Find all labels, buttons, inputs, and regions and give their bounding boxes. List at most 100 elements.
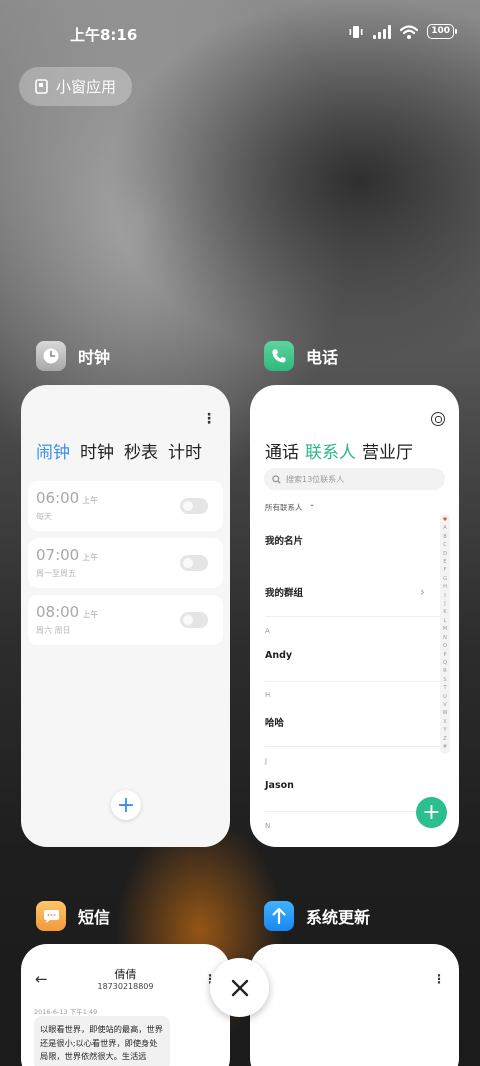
index-letter[interactable]: U	[443, 693, 447, 701]
index-letter[interactable]: #	[443, 743, 447, 751]
alarm-toggle[interactable]	[180, 498, 208, 514]
section-letter: H	[265, 691, 271, 699]
update-app-card[interactable]: ⋮	[250, 944, 459, 1066]
update-app-header[interactable]: 系统更新	[264, 901, 370, 931]
contact-row[interactable]: Jason	[265, 780, 294, 791]
alarm-repeat: 周六 周日	[36, 626, 71, 635]
tab-service-hall[interactable]: 营业厅	[362, 438, 413, 463]
index-letter[interactable]: B	[443, 533, 446, 541]
alarm-time: 06:00	[36, 489, 80, 507]
close-icon	[231, 979, 248, 996]
my-groups-row[interactable]: 我的群组	[265, 585, 303, 599]
tab-calls[interactable]: 通话	[265, 438, 299, 463]
settings-icon[interactable]	[431, 412, 445, 426]
index-letter[interactable]: E	[443, 558, 446, 566]
index-letter[interactable]: Q	[443, 659, 447, 667]
alarm-toggle[interactable]	[180, 612, 208, 628]
clear-all-button[interactable]	[210, 958, 269, 1017]
contact-row[interactable]: 哈哈	[265, 715, 284, 729]
divider	[265, 616, 443, 617]
index-letter[interactable]: T	[443, 684, 446, 692]
chevron-updown-icon: ⌃	[308, 503, 316, 512]
alarm-time: 08:00	[36, 603, 80, 621]
update-app-icon	[264, 901, 294, 931]
message-bubble: 以眼看世界，即使站的最高，世界还是很小;以心看世界，即使身处局限，世界依然很大。…	[34, 1016, 170, 1066]
phone-tabs: 通话 联系人 营业厅	[265, 438, 413, 463]
add-contact-button[interactable]: +	[416, 797, 447, 828]
tab-timer[interactable]: 计时	[168, 438, 202, 463]
more-options-icon[interactable]: ⋮	[433, 972, 445, 986]
clock-app-card[interactable]: ⋮ 闹钟 时钟 秒表 计时 06:00 上午 每天 07:00 上午 周一至周五 0…	[21, 385, 230, 847]
conversation-contact-name: 倩倩	[114, 968, 137, 981]
alphabet-index-scrollbar[interactable]: ♥ A B C D E F G H I J K L M N O P Q R S T U V W X Y Z #	[440, 514, 450, 754]
phone-app-icon	[264, 341, 294, 371]
messages-app-name: 短信	[78, 908, 111, 927]
status-icons: 100	[348, 24, 457, 39]
index-letter[interactable]: X	[443, 718, 446, 726]
section-letter: N	[265, 822, 271, 830]
contacts-search-input[interactable]: 搜索13位联系人	[264, 468, 445, 490]
index-letter[interactable]: C	[443, 541, 447, 549]
index-letter[interactable]: G	[443, 575, 447, 583]
messages-app-card[interactable]: ← 倩倩 18730218809 ⋮ 2016-6-13 下午1:49 以眼看世…	[21, 944, 230, 1066]
index-letter[interactable]: M	[443, 625, 447, 633]
phone-app-name: 电话	[306, 348, 339, 367]
alarm-ampm: 上午	[82, 610, 99, 619]
add-alarm-button[interactable]: +	[111, 790, 141, 820]
alarm-time: 07:00	[36, 546, 80, 564]
index-letter[interactable]: W	[443, 709, 448, 717]
index-letter[interactable]: L	[444, 617, 447, 625]
tab-stopwatch[interactable]: 秒表	[124, 438, 158, 463]
alarm-repeat: 每天	[36, 512, 52, 521]
clock-app-icon	[36, 341, 66, 371]
messages-app-header[interactable]: 短信	[36, 901, 110, 931]
clock-app-header[interactable]: 时钟	[36, 341, 110, 371]
section-letter: J	[265, 757, 268, 765]
index-letter[interactable]: O	[443, 642, 447, 650]
wifi-icon	[400, 24, 419, 39]
index-letter[interactable]: I	[444, 592, 445, 600]
search-icon	[272, 474, 281, 484]
small-window-apps-button[interactable]: 小窗应用	[19, 67, 132, 106]
phone-app-header[interactable]: 电话	[264, 341, 338, 371]
alarm-item[interactable]: 06:00 上午 每天	[28, 481, 223, 531]
tab-clock[interactable]: 时钟	[80, 438, 114, 463]
status-time: 上午8:16	[70, 26, 138, 44]
index-letter[interactable]: J	[444, 600, 445, 608]
chevron-right-icon: ›	[420, 585, 425, 599]
divider	[265, 746, 443, 747]
index-letter[interactable]: Z	[443, 735, 446, 743]
contact-row[interactable]: Andy	[265, 650, 292, 661]
section-letter: A	[265, 627, 270, 635]
update-app-name: 系统更新	[306, 908, 371, 927]
index-letter[interactable]: S	[443, 676, 446, 684]
index-letter[interactable]: D	[443, 550, 447, 558]
my-card-row[interactable]: 我的名片	[265, 533, 303, 547]
index-letter[interactable]: V	[443, 701, 446, 709]
alarm-item[interactable]: 07:00 上午 周一至周五	[28, 538, 223, 588]
index-letter[interactable]: R	[443, 667, 446, 675]
alarm-ampm: 上午	[82, 553, 99, 562]
clock-tabs: 闹钟 时钟 秒表 计时	[36, 438, 202, 463]
message-timestamp: 2016-6-13 下午1:49	[34, 1008, 98, 1016]
contacts-filter-dropdown[interactable]: 所有联系人 ⌃	[265, 502, 315, 513]
index-letter[interactable]: P	[443, 651, 446, 659]
conversation-contact-number: 18730218809	[97, 982, 154, 991]
index-letter[interactable]: Y	[443, 726, 446, 734]
alarm-item[interactable]: 08:00 上午 周六 周日	[28, 595, 223, 645]
index-letter[interactable]: H	[443, 583, 447, 591]
more-options-icon[interactable]: ⋮	[202, 411, 216, 427]
tab-alarm[interactable]: 闹钟	[36, 438, 70, 463]
index-letter[interactable]: K	[443, 608, 446, 616]
index-letter[interactable]: F	[444, 566, 447, 574]
phone-app-card[interactable]: 通话 联系人 营业厅 搜索13位联系人 所有联系人 ⌃ 我的名片 我的群组 › …	[250, 385, 459, 847]
alarm-repeat: 周一至周五	[36, 569, 76, 578]
clock-app-name: 时钟	[78, 348, 111, 367]
index-letter[interactable]: N	[443, 634, 447, 642]
index-letter[interactable]: ♥	[443, 516, 447, 524]
alarm-ampm: 上午	[82, 496, 99, 505]
tab-contacts[interactable]: 联系人	[305, 438, 356, 463]
alarm-toggle[interactable]	[180, 555, 208, 571]
contacts-filter-label: 所有联系人	[265, 503, 303, 512]
index-letter[interactable]: A	[443, 524, 446, 532]
